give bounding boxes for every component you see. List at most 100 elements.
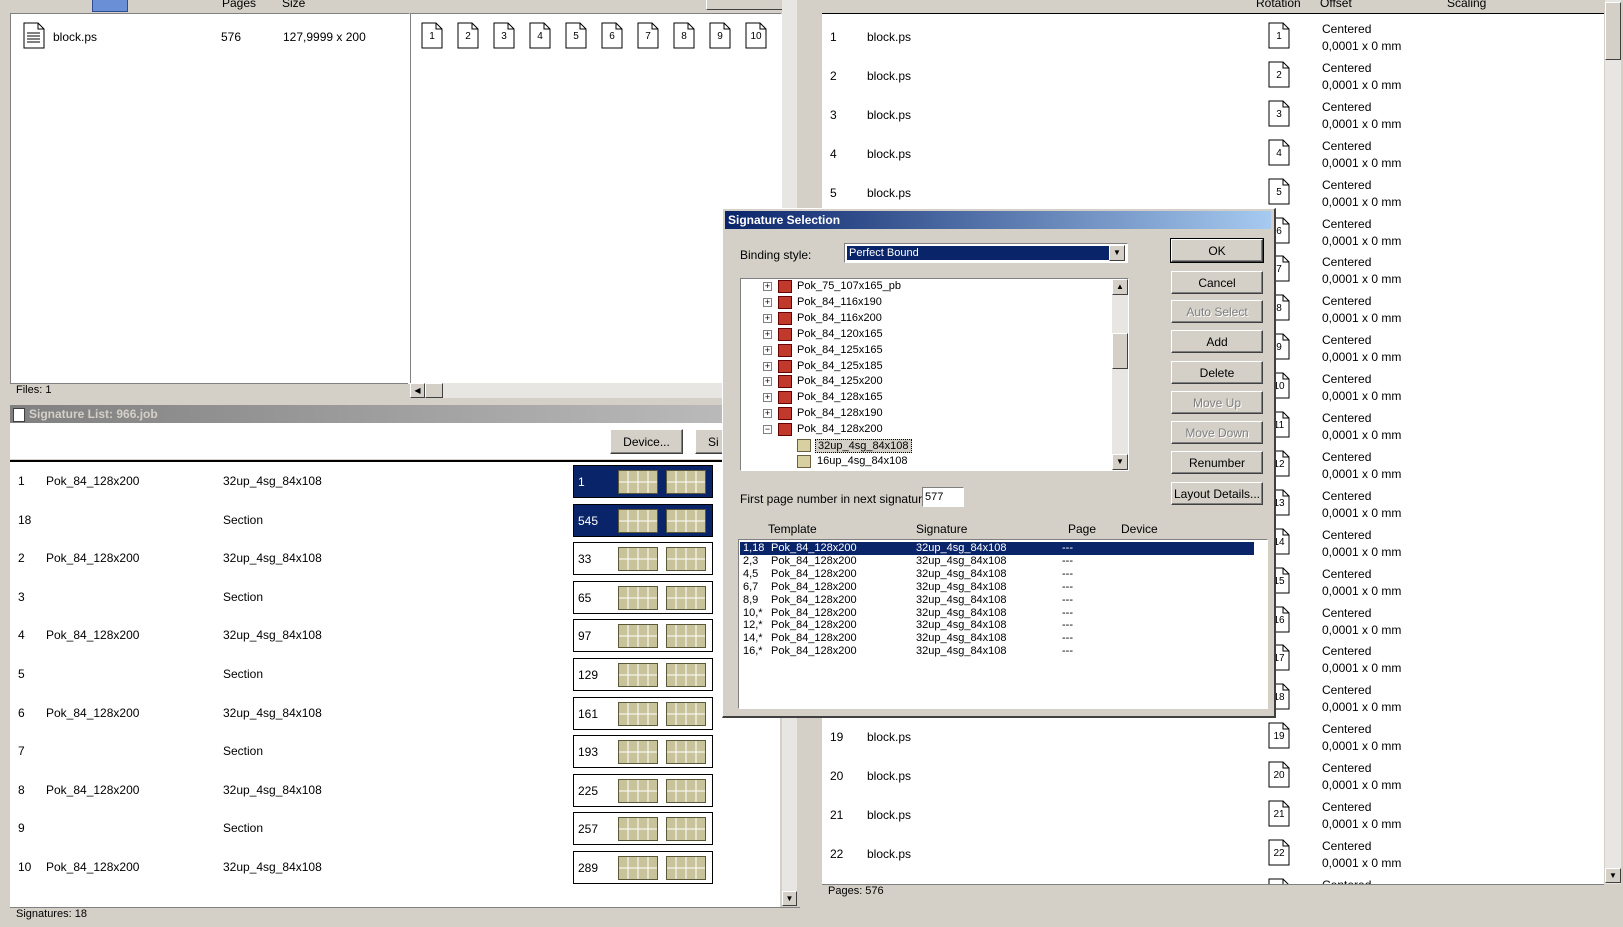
signature-row[interactable]: 3 Section 65 <box>10 578 780 616</box>
signature-row[interactable]: 18 Section 545 <box>10 501 780 539</box>
assignment-row[interactable]: 10,* Pok_84_128x200 32up_4sg_84x108 --- <box>740 607 1254 620</box>
page-row[interactable]: 3 block.ps 3 Centered 0,0001 x 0 mm <box>822 95 1592 133</box>
expand-icon[interactable]: + <box>763 409 772 419</box>
tree-scroll-down[interactable]: ▼ <box>1112 454 1128 470</box>
page-thumbnail[interactable]: 9 <box>709 22 731 49</box>
binding-style-select[interactable]: Perfect Bound ▼ <box>844 243 1128 263</box>
signature-preview[interactable]: 97 <box>573 619 713 653</box>
signature-preview[interactable]: 545 <box>573 503 713 537</box>
page-thumbnail[interactable]: 3 <box>493 22 515 49</box>
collapse-icon[interactable]: − <box>763 425 772 435</box>
tree-item[interactable]: 16up_4sg_84x108 <box>741 454 1101 470</box>
tree-item[interactable]: − Pok_84_128x200 <box>741 422 1101 438</box>
signature-preview[interactable]: 161 <box>573 696 713 730</box>
cancel-button[interactable]: Cancel <box>1171 271 1263 294</box>
signature-preview[interactable]: 1 <box>573 465 713 498</box>
tree-scroll-up[interactable]: ▲ <box>1112 279 1128 295</box>
signature-preview[interactable]: 33 <box>573 542 713 576</box>
auto-select-button[interactable]: Auto Select <box>1171 300 1263 323</box>
col-offset[interactable]: Offset <box>1320 0 1352 10</box>
tree-item[interactable]: + Pok_84_125x185 <box>741 359 1101 375</box>
tree-item[interactable]: + Pok_84_125x165 <box>741 343 1101 359</box>
signature-row[interactable]: 10 Pok_84_128x200 32up_4sg_84x108 289 <box>10 848 780 886</box>
pages-vscroll-thumb[interactable] <box>1605 2 1621 60</box>
si-button[interactable]: Si <box>695 429 725 454</box>
ok-button[interactable]: OK <box>1170 238 1264 263</box>
signature-row[interactable]: 8 Pok_84_128x200 32up_4sg_84x108 225 <box>10 771 780 809</box>
page-row[interactable]: 19 block.ps 19 Centered 0,0001 x 0 mm <box>822 717 1592 755</box>
page-thumbnail[interactable]: 2 <box>457 22 479 49</box>
signature-preview[interactable]: 129 <box>573 658 713 691</box>
page-thumbnail[interactable]: 1 <box>421 22 443 49</box>
expand-icon[interactable]: + <box>763 282 772 291</box>
signature-preview[interactable]: 193 <box>573 735 713 769</box>
tree-item[interactable]: + Pok_84_125x200 <box>741 374 1101 390</box>
layout-details-button[interactable]: Layout Details... <box>1171 482 1263 505</box>
signature-list[interactable]: 1 Pok_84_128x200 32up_4sg_84x108 1 18 Section… <box>10 460 780 908</box>
assignment-row[interactable]: 16,* Pok_84_128x200 32up_4sg_84x108 --- <box>740 645 1254 658</box>
signature-preview[interactable]: 257 <box>573 812 713 846</box>
page-thumbnail[interactable]: 6 <box>601 22 623 49</box>
signature-row[interactable]: 1 Pok_84_128x200 32up_4sg_84x108 1 <box>10 462 780 500</box>
pages-scroll-down[interactable]: ▼ <box>1605 868 1621 883</box>
expand-icon[interactable]: + <box>763 345 772 355</box>
assignment-row[interactable]: 2,3 Pok_84_128x200 32up_4sg_84x108 --- <box>740 555 1254 568</box>
page-row[interactable]: 5 block.ps 5 Centered 0,0001 x 0 mm <box>822 173 1592 211</box>
assignment-row[interactable]: 4,5 Pok_84_128x200 32up_4sg_84x108 --- <box>740 568 1254 581</box>
device-button[interactable]: Device... <box>610 429 683 454</box>
signature-row[interactable]: 2 Pok_84_128x200 32up_4sg_84x108 33 <box>10 539 780 577</box>
page-row[interactable]: 21 block.ps 21 Centered 0,0001 x 0 mm <box>822 795 1592 833</box>
assignment-row[interactable]: 1,18 Pok_84_128x200 32up_4sg_84x108 --- <box>740 542 1254 555</box>
page-row[interactable]: 2 block.ps 2 Centered 0,0001 x 0 mm <box>822 56 1592 94</box>
expand-icon[interactable]: + <box>763 393 772 403</box>
tree-item[interactable]: + Pok_75_107x165_pb <box>741 279 1101 295</box>
template-tree[interactable]: + Pok_75_107x165_pb + Pok_84_116x190 + Pok_84… <box>740 278 1129 471</box>
page-thumbnail[interactable]: 5 <box>565 22 587 49</box>
signature-preview[interactable]: 65 <box>573 580 713 614</box>
first-page-input[interactable]: 577 <box>922 487 964 507</box>
expand-icon[interactable]: + <box>763 361 772 371</box>
scroll-left-button[interactable]: ◀ <box>410 383 425 398</box>
signature-row[interactable]: 4 Pok_84_128x200 32up_4sg_84x108 97 <box>10 616 780 654</box>
file-row[interactable]: block.ps 576 127,9999 x 200 <box>11 20 407 50</box>
signature-preview[interactable]: 289 <box>573 851 713 884</box>
signature-row[interactable]: 7 Section 193 <box>10 732 780 770</box>
expand-icon[interactable]: + <box>763 377 772 387</box>
page-thumbnail[interactable]: 8 <box>673 22 695 49</box>
page-row[interactable]: 1 block.ps 1 Centered 0,0001 x 0 mm <box>822 17 1592 55</box>
assignment-row[interactable]: 12,* Pok_84_128x200 32up_4sg_84x108 --- <box>740 619 1254 632</box>
delete-button[interactable]: Delete <box>1171 361 1263 384</box>
page-row[interactable]: 4 block.ps 4 Centered 0,0001 x 0 mm <box>822 134 1592 172</box>
col-pages[interactable]: Pages <box>222 0 256 10</box>
hscroll-thumb[interactable] <box>425 383 443 398</box>
col-scaling[interactable]: Scaling <box>1447 0 1486 10</box>
expand-icon[interactable]: + <box>763 329 772 339</box>
page-row[interactable]: 20 block.ps 20 Centered 0,0001 x 0 mm <box>822 756 1592 794</box>
page-thumbnail[interactable]: 7 <box>637 22 659 49</box>
tree-item[interactable]: + Pok_84_116x200 <box>741 311 1101 327</box>
scroll-down-button[interactable]: ▼ <box>782 891 797 906</box>
tree-item[interactable]: + Pok_84_128x190 <box>741 406 1101 422</box>
signature-row[interactable]: 9 Section 257 <box>10 809 780 847</box>
move-down-button[interactable]: Move Down <box>1171 421 1263 444</box>
tree-item[interactable]: 32up_4sg_84x108 <box>741 438 1101 454</box>
tree-item[interactable]: + Pok_84_116x190 <box>741 295 1101 311</box>
assignment-row[interactable]: 8,9 Pok_84_128x200 32up_4sg_84x108 --- <box>740 594 1254 607</box>
page-thumbnail[interactable]: 10 <box>745 22 767 49</box>
tree-item[interactable]: + Pok_84_128x165 <box>741 390 1101 406</box>
signature-preview[interactable]: 225 <box>573 773 713 807</box>
signature-row[interactable]: 6 Pok_84_128x200 32up_4sg_84x108 161 <box>10 694 780 732</box>
add-button[interactable]: Add <box>1171 330 1263 353</box>
pages-vscroll[interactable]: ▼ <box>1605 0 1621 884</box>
tree-scroll-thumb[interactable] <box>1112 333 1128 369</box>
assignment-row[interactable]: 14,* Pok_84_128x200 32up_4sg_84x108 --- <box>740 632 1254 645</box>
assignment-row[interactable]: 6,7 Pok_84_128x200 32up_4sg_84x108 --- <box>740 581 1254 594</box>
renumber-button[interactable]: Renumber <box>1171 451 1263 474</box>
col-size[interactable]: Size <box>282 0 305 10</box>
tree-vscroll[interactable]: ▲ ▼ <box>1112 279 1128 470</box>
col-rotation[interactable]: Rotation <box>1256 0 1301 10</box>
move-up-button[interactable]: Move Up <box>1171 391 1263 414</box>
expand-icon[interactable]: + <box>763 313 772 323</box>
expand-icon[interactable]: + <box>763 297 772 307</box>
chevron-down-icon[interactable]: ▼ <box>1109 245 1125 261</box>
